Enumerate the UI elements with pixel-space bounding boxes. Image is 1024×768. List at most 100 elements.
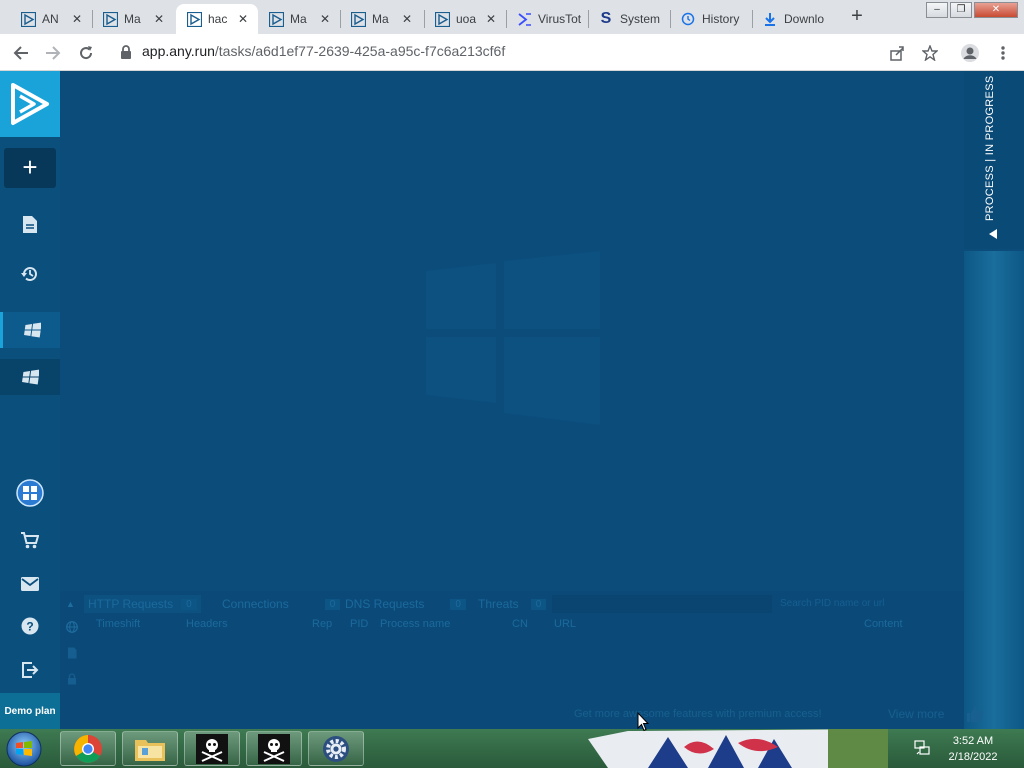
- lock-icon[interactable]: [66, 673, 78, 685]
- reload-button[interactable]: [73, 40, 99, 66]
- globe-icon[interactable]: [66, 621, 78, 633]
- anyrun-logo[interactable]: [0, 71, 60, 137]
- search-input[interactable]: Search PID name or url: [776, 595, 960, 613]
- new-task-button[interactable]: +: [4, 148, 56, 188]
- demo-plan-badge[interactable]: Demo plan: [0, 693, 60, 729]
- lock-icon[interactable]: [119, 44, 133, 60]
- address-bar[interactable]: app.any.run/tasks/a6d1ef77-2639-425a-a95…: [142, 43, 505, 59]
- vm-screen-overlay: [60, 71, 964, 591]
- close-icon[interactable]: ✕: [484, 12, 498, 26]
- folder-icon: [135, 739, 165, 761]
- tab-count: 0: [450, 598, 466, 610]
- start-button[interactable]: [4, 730, 44, 768]
- tab-title: AN: [42, 12, 59, 26]
- thumbs-up-icon[interactable]: [966, 705, 984, 723]
- sidebar-item-logout[interactable]: [0, 652, 60, 688]
- close-icon[interactable]: ✕: [318, 12, 332, 26]
- sidebar-item-help[interactable]: ?: [0, 608, 60, 644]
- forward-button[interactable]: [40, 40, 66, 66]
- forward-arrow-icon: [46, 46, 61, 60]
- sidebar-item-windows-os[interactable]: [0, 475, 60, 511]
- tab-title: History: [702, 12, 740, 26]
- history-icon: [21, 267, 37, 282]
- sidebar-item-history[interactable]: [0, 256, 60, 292]
- close-icon[interactable]: ✕: [70, 12, 84, 26]
- menu-button[interactable]: [990, 40, 1016, 66]
- avatar-icon: [961, 44, 979, 62]
- sidebar-item-task-windows[interactable]: [0, 312, 60, 348]
- browser-tab[interactable]: S System: [588, 4, 670, 34]
- virustotal-icon: [516, 11, 532, 27]
- new-tab-button[interactable]: +: [846, 6, 868, 28]
- tab-http-requests[interactable]: HTTP Requests 0: [84, 595, 201, 613]
- browser-tab-active[interactable]: hac ✕: [176, 4, 258, 34]
- share-button[interactable]: [884, 40, 910, 66]
- taskbar-pirate-app-2[interactable]: [246, 731, 302, 766]
- tab-label: DNS Requests: [345, 597, 425, 611]
- clock-date: 2/18/2022: [948, 751, 998, 763]
- browser-tab[interactable]: VirusTot: [506, 4, 588, 34]
- file-icon[interactable]: [66, 647, 78, 659]
- tab-title: Ma: [290, 12, 307, 26]
- share-icon: [890, 46, 904, 61]
- browser-tab[interactable]: Downlo: [752, 4, 834, 34]
- url-path: /tasks/a6d1ef77-2639-425a-a95c-f7c6a213c…: [214, 43, 506, 59]
- bookmark-button[interactable]: [917, 40, 943, 66]
- tab-connections[interactable]: Connections 0: [222, 595, 341, 613]
- mail-icon: [21, 577, 39, 591]
- taskbar-explorer[interactable]: [122, 731, 178, 766]
- filter-box[interactable]: [552, 595, 772, 613]
- sidebar-item-shop[interactable]: [0, 522, 60, 558]
- sidebar-item-reports[interactable]: [0, 206, 60, 242]
- tab-title: Ma: [372, 12, 389, 26]
- column-header: Content: [864, 618, 903, 630]
- network-icon[interactable]: [914, 740, 930, 756]
- view-more-link[interactable]: View more: [888, 707, 944, 721]
- tab-threats[interactable]: Threats 0: [478, 595, 547, 613]
- sidebar-item-task-windows-2[interactable]: [0, 359, 60, 395]
- history-icon: [680, 11, 696, 27]
- taskbar-settings-app[interactable]: [308, 731, 364, 766]
- close-window-button[interactable]: ✕: [974, 2, 1018, 18]
- expand-arrow-icon: [989, 229, 997, 239]
- browser-tab[interactable]: Ma ✕: [258, 4, 340, 34]
- browser-tab[interactable]: uoa ✕: [424, 4, 506, 34]
- process-panel-toggle[interactable]: PROCESS | IN PROGRESS: [964, 71, 1024, 249]
- anyrun-icon: [434, 11, 450, 27]
- windows-logo-watermark: [426, 251, 600, 425]
- process-status-label: PROCESS | IN PROGRESS: [984, 75, 996, 221]
- anyrun-logo-icon: [11, 83, 49, 125]
- desktop-wallpaper-art: [588, 729, 888, 768]
- anyrun-icon: [186, 11, 202, 27]
- download-icon: [762, 11, 778, 27]
- sidebar-item-mail[interactable]: [0, 566, 60, 602]
- tab-dns-requests[interactable]: DNS Requests 0: [345, 595, 466, 613]
- close-icon[interactable]: ✕: [236, 12, 250, 26]
- tab-count: 0: [181, 598, 197, 610]
- anyrun-icon: [350, 11, 366, 27]
- s-icon: S: [600, 10, 612, 27]
- column-header: URL: [554, 618, 577, 630]
- tab-title: System: [620, 12, 661, 26]
- maximize-button[interactable]: ❐: [950, 2, 972, 18]
- tab-label: Threats: [478, 597, 519, 611]
- profile-button[interactable]: [957, 40, 983, 66]
- browser-tab[interactable]: History: [670, 4, 752, 34]
- browser-tab[interactable]: AN ✕: [10, 4, 92, 34]
- logout-icon: [22, 662, 39, 678]
- tab-count: 0: [530, 598, 547, 610]
- left-sidebar: + ? Demo plan: [0, 71, 60, 729]
- chevron-up-icon[interactable]: ▲: [66, 599, 75, 609]
- close-icon[interactable]: ✕: [400, 12, 414, 26]
- browser-tab[interactable]: Ma ✕: [92, 4, 174, 34]
- tab-label: Connections: [222, 597, 289, 611]
- taskbar-clock[interactable]: 3:52 AM 2/18/2022: [938, 733, 1008, 765]
- minimize-button[interactable]: –: [926, 2, 948, 18]
- back-button[interactable]: [8, 40, 34, 66]
- jolly-roger-icon: [196, 733, 228, 764]
- column-header: Timeshift: [96, 618, 141, 630]
- taskbar-pirate-app-1[interactable]: [184, 731, 240, 766]
- close-icon[interactable]: ✕: [152, 12, 166, 26]
- browser-tab[interactable]: Ma ✕: [340, 4, 422, 34]
- taskbar-chrome[interactable]: [60, 731, 116, 766]
